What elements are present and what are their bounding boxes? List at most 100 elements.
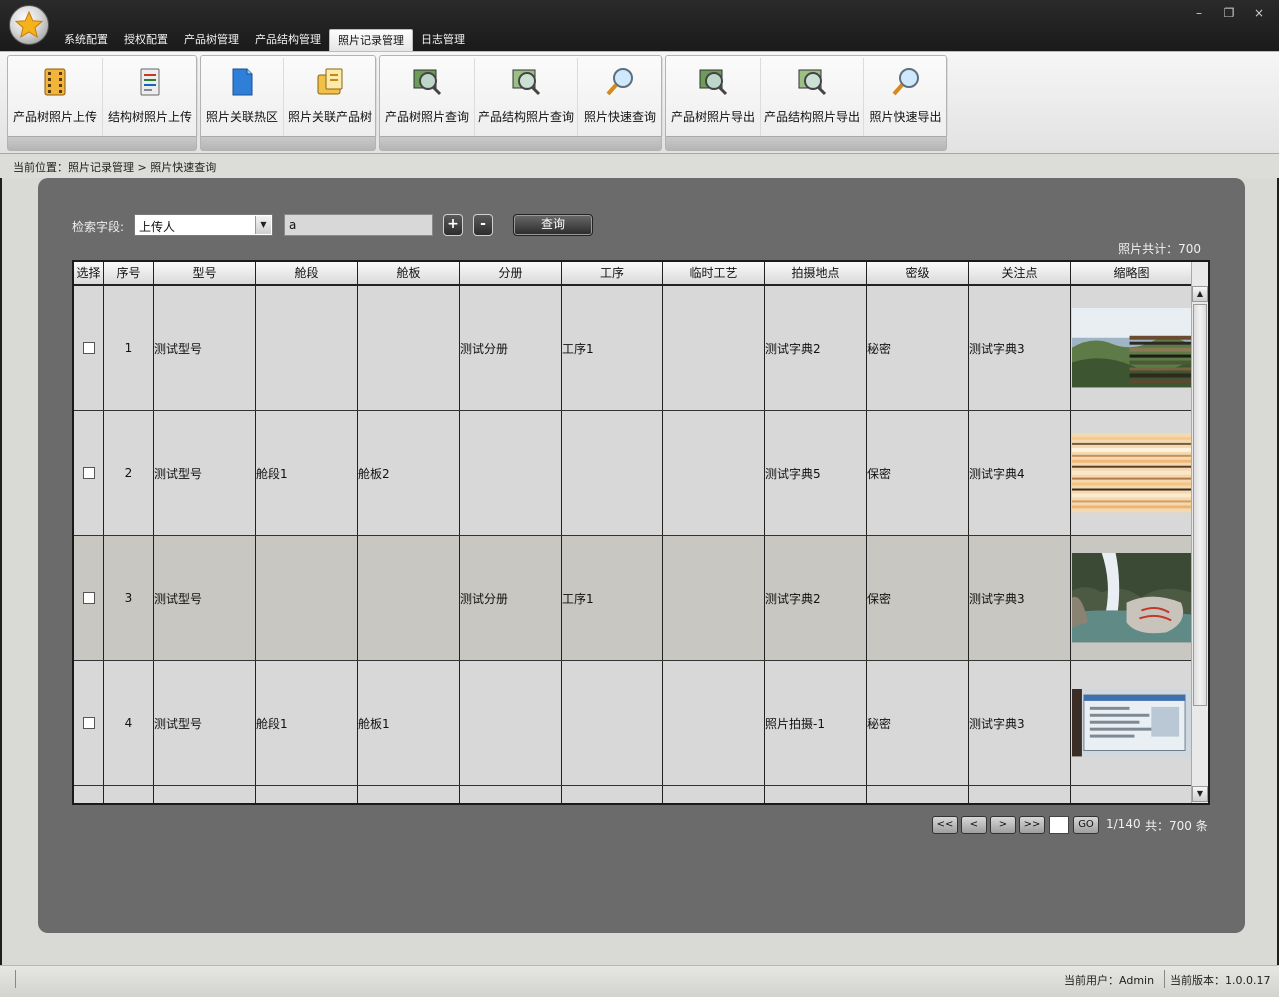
cell-location: 测试字典5 xyxy=(765,411,867,535)
prev-page-button[interactable]: < xyxy=(961,816,987,834)
column-header[interactable]: 工序 xyxy=(562,262,663,284)
table-row[interactable]: 4 测试型号 舱段1 舱板1 照片拍摄-1 秘密 测试字典3 xyxy=(74,661,1192,786)
column-header[interactable]: 型号 xyxy=(154,262,256,284)
product-structure-photo-query-button[interactable]: 产品结构照片查询 xyxy=(475,58,578,136)
table-body: 1 测试型号 测试分册 工序1 测试字典2 秘密 测试字典3 2 测试型号 舱段… xyxy=(74,286,1192,803)
cell-section: 舱段1 xyxy=(256,411,358,535)
tab-system-config[interactable]: 系统配置 xyxy=(56,29,116,51)
scroll-down-icon[interactable]: ▼ xyxy=(1192,786,1208,802)
photo-table: 选择 序号 型号 舱段 舱板 分册 工序 临时工艺 拍摄地点 密级 关注点 缩略… xyxy=(72,260,1210,805)
column-header[interactable]: 临时工艺 xyxy=(663,262,765,284)
search-input[interactable] xyxy=(284,214,433,236)
ribbon-button-label: 照片快速导出 xyxy=(869,110,942,124)
photo-export-icon xyxy=(699,69,728,96)
scroll-up-icon[interactable]: ▲ xyxy=(1192,286,1208,302)
minimize-button[interactable]: – xyxy=(1191,6,1207,20)
cell-secret-level: 保密 xyxy=(867,411,969,535)
column-header[interactable]: 序号 xyxy=(104,262,154,284)
table-header: 选择 序号 型号 舱段 舱板 分册 工序 临时工艺 拍摄地点 密级 关注点 缩略… xyxy=(74,262,1192,286)
row-checkbox[interactable] xyxy=(82,717,95,729)
last-page-button[interactable]: >> xyxy=(1019,816,1045,834)
product-tree-photo-export-button[interactable]: 产品树照片导出 xyxy=(666,58,761,136)
first-page-button[interactable]: << xyxy=(932,816,958,834)
photo-thumbnail[interactable] xyxy=(1072,689,1192,757)
chevron-down-icon[interactable]: ▼ xyxy=(255,216,271,234)
tab-log-management[interactable]: 日志管理 xyxy=(413,29,473,51)
tab-license-config[interactable]: 授权配置 xyxy=(116,29,176,51)
cell-location: 照片拍摄-1 xyxy=(765,661,867,785)
cell-secret-level: 秘密 xyxy=(867,661,969,785)
photo-hotspot-link-button[interactable]: 照片关联热区 xyxy=(201,58,284,136)
structure-tree-photo-upload-button[interactable]: 结构树照片上传 xyxy=(103,58,198,136)
go-button[interactable]: GO xyxy=(1073,816,1099,834)
photo-thumbnail[interactable] xyxy=(1072,433,1192,513)
cell-focus: 测试字典3 xyxy=(969,536,1071,660)
group-footer xyxy=(8,136,196,150)
column-header[interactable]: 拍摄地点 xyxy=(765,262,867,284)
photo-product-tree-link-button[interactable]: 照片关联产品树 xyxy=(284,58,377,136)
record-count: 共：700 条 xyxy=(1145,819,1208,833)
add-condition-button[interactable]: + xyxy=(443,214,463,236)
cell-process xyxy=(562,411,663,535)
next-page-button[interactable]: > xyxy=(990,816,1016,834)
product-tree-photo-upload-button[interactable]: 产品树照片上传 xyxy=(8,58,103,136)
cell-temp-process xyxy=(663,536,765,660)
cell-section xyxy=(256,286,358,410)
magnifier-icon xyxy=(606,68,633,96)
cell-model: 测试型号 xyxy=(154,411,256,535)
photo-quick-query-button[interactable]: 照片快速查询 xyxy=(578,58,663,136)
search-field-select[interactable]: 上传人 ▼ xyxy=(134,214,273,236)
folder-link-icon xyxy=(317,68,343,95)
column-header[interactable]: 选择 xyxy=(74,262,104,284)
row-checkbox[interactable] xyxy=(82,342,95,354)
column-header[interactable]: 舱板 xyxy=(358,262,460,284)
ribbon-button-label: 照片关联热区 xyxy=(205,110,278,124)
table-row[interactable]: 2 测试型号 舱段1 舱板2 测试字典5 保密 测试字典4 xyxy=(74,411,1192,536)
row-number: 1 xyxy=(104,286,154,410)
column-header[interactable]: 关注点 xyxy=(969,262,1071,284)
close-button[interactable]: × xyxy=(1251,6,1267,20)
photo-quick-export-button[interactable]: 照片快速导出 xyxy=(864,58,948,136)
breadcrumb-bar: 当前位置：照片记录管理 > 照片快速查询 xyxy=(0,154,1279,178)
photo-thumbnail[interactable] xyxy=(1072,553,1192,643)
tab-product-structure[interactable]: 产品结构管理 xyxy=(247,29,329,51)
row-checkbox[interactable] xyxy=(82,592,95,604)
restore-button[interactable]: ❐ xyxy=(1221,6,1237,20)
blue-document-icon xyxy=(232,68,253,96)
column-header[interactable]: 分册 xyxy=(460,262,562,284)
document-upload-icon xyxy=(140,68,160,96)
query-group: 产品树照片查询 产品结构照片查询 照片快速查询 xyxy=(379,55,663,151)
cell-volume: 测试分册 xyxy=(460,286,562,410)
table-row[interactable] xyxy=(74,786,1192,803)
remove-condition-button[interactable]: - xyxy=(473,214,493,236)
product-tree-photo-query-button[interactable]: 产品树照片查询 xyxy=(380,58,475,136)
row-number: 3 xyxy=(104,536,154,660)
row-checkbox[interactable] xyxy=(82,467,95,479)
photo-thumbnail[interactable] xyxy=(1072,308,1192,388)
cell-temp-process xyxy=(663,286,765,410)
column-header[interactable]: 缩略图 xyxy=(1071,262,1192,284)
column-header[interactable]: 舱段 xyxy=(256,262,358,284)
column-header[interactable]: 密级 xyxy=(867,262,969,284)
group-footer xyxy=(201,136,375,150)
scrollbar-thumb[interactable] xyxy=(1193,304,1207,706)
link-group: 照片关联热区 照片关联产品树 xyxy=(200,55,377,151)
tab-product-tree[interactable]: 产品树管理 xyxy=(176,29,247,51)
photo-search-icon xyxy=(512,69,541,96)
ribbon-button-label: 产品结构照片导出 xyxy=(763,110,860,124)
group-footer xyxy=(380,136,661,150)
search-field-value: 上传人 xyxy=(139,220,176,234)
product-structure-photo-export-button[interactable]: 产品结构照片导出 xyxy=(761,58,864,136)
cell-model: 测试型号 xyxy=(154,286,256,410)
table-scrollbar[interactable]: ▲ ▼ xyxy=(1191,262,1208,803)
tab-photo-records[interactable]: 照片记录管理 xyxy=(329,29,413,51)
status-divider xyxy=(15,970,16,988)
workspace: 检索字段: 上传人 ▼ + - 查询 照片共计：700 选择 序号 型号 舱段 … xyxy=(0,178,1279,965)
menu-tabs: 系统配置 授权配置 产品树管理 产品结构管理 照片记录管理 日志管理 xyxy=(56,29,473,51)
table-row[interactable]: 1 测试型号 测试分册 工序1 测试字典2 秘密 测试字典3 xyxy=(74,286,1192,411)
table-row[interactable]: 3 测试型号 测试分册 工序1 测试字典2 保密 测试字典3 xyxy=(74,536,1192,661)
page-number-input[interactable] xyxy=(1049,816,1069,834)
app-menu-button[interactable] xyxy=(9,5,49,45)
export-group: 产品树照片导出 产品结构照片导出 照片快速导出 xyxy=(665,55,948,151)
query-button[interactable]: 查询 xyxy=(513,214,593,236)
